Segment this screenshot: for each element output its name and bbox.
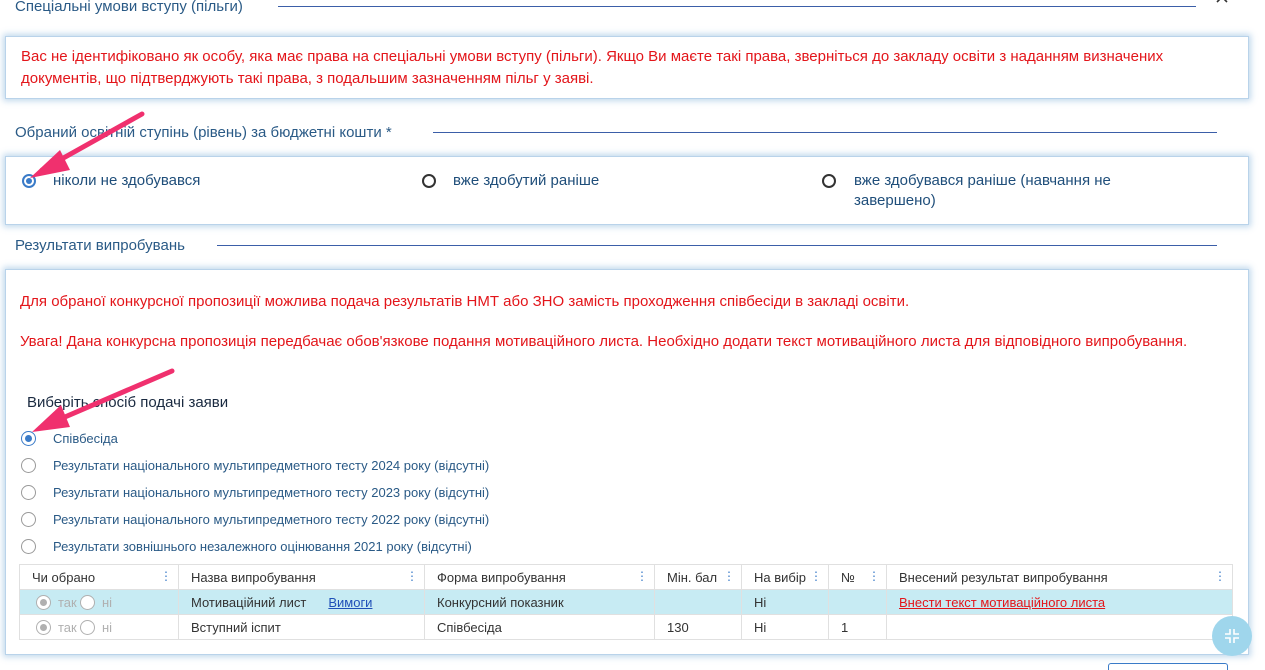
annotation-arrow-icon xyxy=(30,111,175,432)
